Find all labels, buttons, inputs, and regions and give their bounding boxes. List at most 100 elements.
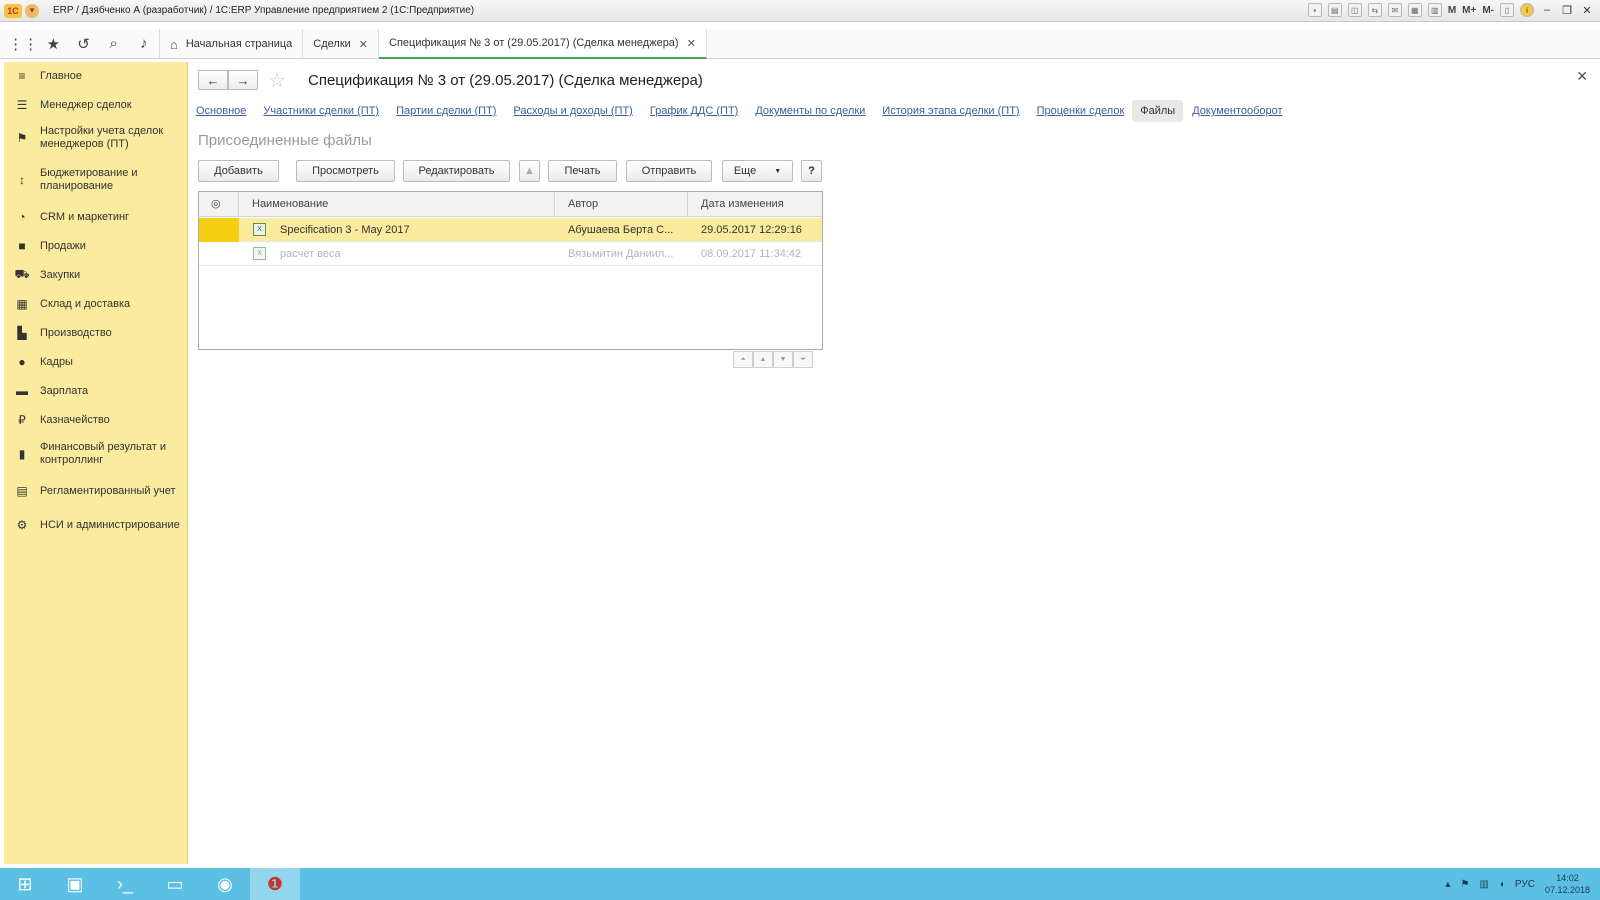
memory-minus-button[interactable]: M-: [1482, 5, 1494, 16]
document-form: ← → ☆ Спецификация № 3 от (29.05.2017) (…: [188, 60, 1600, 864]
close-window-button[interactable]: ✕: [1580, 4, 1594, 17]
print-button[interactable]: Печать: [548, 160, 617, 182]
network-icon[interactable]: ▥: [1479, 879, 1488, 890]
sidebar-item-sales[interactable]: ■ Продажи: [4, 236, 188, 256]
info-icon[interactable]: i: [1520, 3, 1534, 17]
subtab-cash-schedule[interactable]: График ДДС (ПТ): [650, 100, 739, 122]
sidebar-item-deal-manager[interactable]: ☰ Менеджер сделок: [4, 95, 188, 115]
sidebar-item-crm[interactable]: ◔ CRM и маркетинг: [4, 207, 188, 227]
tab-label: Начальная страница: [185, 38, 293, 50]
favorites-star-icon[interactable]: ★: [38, 29, 68, 59]
sidebar-item-deal-settings[interactable]: ⚑ Настройки учета сделок менеджеров (ПТ): [4, 123, 188, 153]
table-row[interactable]: X Specification 3 - May 2017 Абушаева Бе…: [199, 218, 822, 242]
minimize-button[interactable]: –: [1540, 4, 1554, 16]
scroll-top-icon[interactable]: ⏶: [733, 351, 753, 368]
1c-app-icon[interactable]: ❶: [250, 868, 300, 900]
sidebar-item-warehouse[interactable]: ▦ Склад и доставка: [4, 294, 188, 314]
sidebar-item-treasury[interactable]: ₽ Казначейство: [4, 410, 188, 430]
sidebar-item-hr[interactable]: ● Кадры: [4, 352, 188, 372]
restore-button[interactable]: ❐: [1560, 4, 1574, 17]
edit-button[interactable]: Редактировать: [403, 160, 510, 182]
search-icon[interactable]: ⌕: [99, 29, 129, 59]
budget-icon: ↕: [19, 173, 25, 187]
sidebar-item-budgeting[interactable]: ↕ Бюджетирование и планирование: [4, 165, 188, 195]
tabs-bar: ⋮⋮ ★ ↺ ⌕ ♪ ⌂ Начальная страница Сделки ✕…: [0, 29, 1600, 59]
close-icon[interactable]: ✕: [359, 38, 368, 51]
apps-grid-icon[interactable]: ⋮⋮: [8, 29, 38, 59]
table-row[interactable]: X расчет веса Вязьмитин Даниил... 08.09.…: [199, 242, 822, 266]
subtab-deal-pricing[interactable]: Проценки сделок: [1037, 100, 1125, 122]
subtab-main[interactable]: Основное: [196, 100, 246, 122]
file-author: Вязьмитин Даниил...: [568, 248, 674, 260]
add-button[interactable]: Добавить: [198, 160, 279, 182]
panels-icon[interactable]: ▯: [1500, 3, 1514, 17]
column-header-author[interactable]: Автор: [555, 192, 688, 217]
help-button[interactable]: ?: [801, 160, 822, 182]
powershell-icon[interactable]: ›_: [100, 868, 150, 900]
history-icon[interactable]: ↺: [68, 29, 98, 59]
list-icon: ☰: [16, 98, 28, 112]
column-header-modified[interactable]: Дата изменения: [688, 192, 822, 217]
tab-specification[interactable]: Спецификация № 3 от (29.05.2017) (Сделка…: [379, 29, 707, 59]
scroll-up-icon[interactable]: ▲: [753, 351, 773, 368]
subtab-deal-documents[interactable]: Документы по сделки: [755, 100, 865, 122]
chrome-icon[interactable]: ◉: [200, 868, 250, 900]
1c-logo-icon[interactable]: 1С: [4, 3, 22, 18]
subtab-batches[interactable]: Партии сделки (ПТ): [396, 100, 496, 122]
calculator-icon[interactable]: ▦: [1407, 3, 1422, 17]
server-manager-icon[interactable]: ▣: [50, 868, 100, 900]
sidebar-item-regulated-accounting[interactable]: ▤ Регламентированный учет: [4, 481, 188, 501]
volume-icon[interactable]: ◖: [1499, 879, 1505, 890]
mail-icon[interactable]: ✉: [1387, 3, 1402, 17]
windows-start-icon[interactable]: ⊞: [0, 868, 50, 900]
close-form-icon[interactable]: ✕: [1576, 68, 1588, 85]
clock[interactable]: 14:02 07.12.2018: [1545, 872, 1590, 896]
subtab-participants[interactable]: Участники сделки (ПТ): [263, 100, 379, 122]
more-dropdown[interactable]: Еще ▼: [722, 160, 793, 182]
preview-icon[interactable]: ◫: [1347, 3, 1362, 17]
view-button[interactable]: Просмотреть: [296, 160, 395, 182]
favorite-star-icon[interactable]: ☆: [268, 68, 286, 93]
window-title: ERP / Дзябченко А (разработчик) / 1С:ERP…: [53, 5, 475, 16]
tray-arrow-icon[interactable]: ▴: [1445, 879, 1450, 890]
file-explorer-icon[interactable]: ▭: [150, 868, 200, 900]
subtab-document-flow[interactable]: Документооборот: [1192, 100, 1282, 122]
subtab-expenses-income[interactable]: Расходы и доходы (ПТ): [513, 100, 632, 122]
sidebar-item-production[interactable]: ▙ Производство: [4, 323, 188, 343]
excel-file-icon: X: [253, 247, 266, 260]
scroll-down-icon[interactable]: ▼: [773, 351, 793, 368]
clock-time: 14:02: [1556, 873, 1579, 883]
close-icon[interactable]: ✕: [687, 37, 696, 50]
factory-icon: ▙: [17, 326, 27, 340]
lock-icon[interactable]: ▲: [519, 160, 540, 182]
memory-m-button[interactable]: M: [1448, 5, 1456, 16]
print-icon[interactable]: ▤: [1327, 3, 1342, 17]
memory-plus-button[interactable]: M+: [1462, 5, 1476, 16]
sidebar-item-admin[interactable]: ⚙ НСИ и администрирование: [4, 510, 188, 540]
scroll-bottom-icon[interactable]: ⏷: [793, 351, 813, 368]
save-icon[interactable]: ▪: [1307, 3, 1322, 17]
forward-arrow-icon[interactable]: →: [228, 70, 258, 90]
sidebar-item-purchases[interactable]: ⛟ Закупки: [4, 265, 188, 285]
system-tray: ▴ ⚑ ▥ ◖ РУС 14:02 07.12.2018: [1445, 868, 1590, 900]
subtab-stage-history[interactable]: История этапа сделки (ПТ): [882, 100, 1019, 122]
title-bar-tools: ▪ ▤ ◫ ⇆ ✉ ▦ ▥ M M+ M- ▯ i – ❐ ✕: [1307, 3, 1594, 17]
status-column-icon[interactable]: ◎: [199, 192, 239, 217]
current-row-marker: [199, 218, 239, 242]
main-menu-caret-icon[interactable]: ▾: [25, 3, 39, 18]
tab-home[interactable]: ⌂ Начальная страница: [160, 29, 304, 59]
sidebar-item-financial-result[interactable]: ▮ Финансовый результат и контроллинг: [4, 439, 188, 469]
link-icon[interactable]: ⇆: [1367, 3, 1382, 17]
calendar-icon[interactable]: ▥: [1427, 3, 1442, 17]
column-header-name[interactable]: Наименование: [239, 192, 555, 217]
back-arrow-icon[interactable]: ←: [198, 70, 228, 90]
send-button[interactable]: Отправить: [626, 160, 712, 182]
tray-flag-icon[interactable]: ⚑: [1460, 879, 1469, 890]
tab-deals[interactable]: Сделки ✕: [303, 29, 380, 59]
person-icon: ●: [18, 355, 26, 369]
subtab-files[interactable]: Файлы: [1132, 100, 1184, 122]
bell-icon[interactable]: ♪: [129, 29, 159, 59]
language-indicator[interactable]: РУС: [1515, 879, 1535, 890]
sidebar-item-main[interactable]: ≡ Главное: [4, 66, 188, 86]
sidebar-item-salary[interactable]: ▬ Зарплата: [4, 381, 188, 401]
